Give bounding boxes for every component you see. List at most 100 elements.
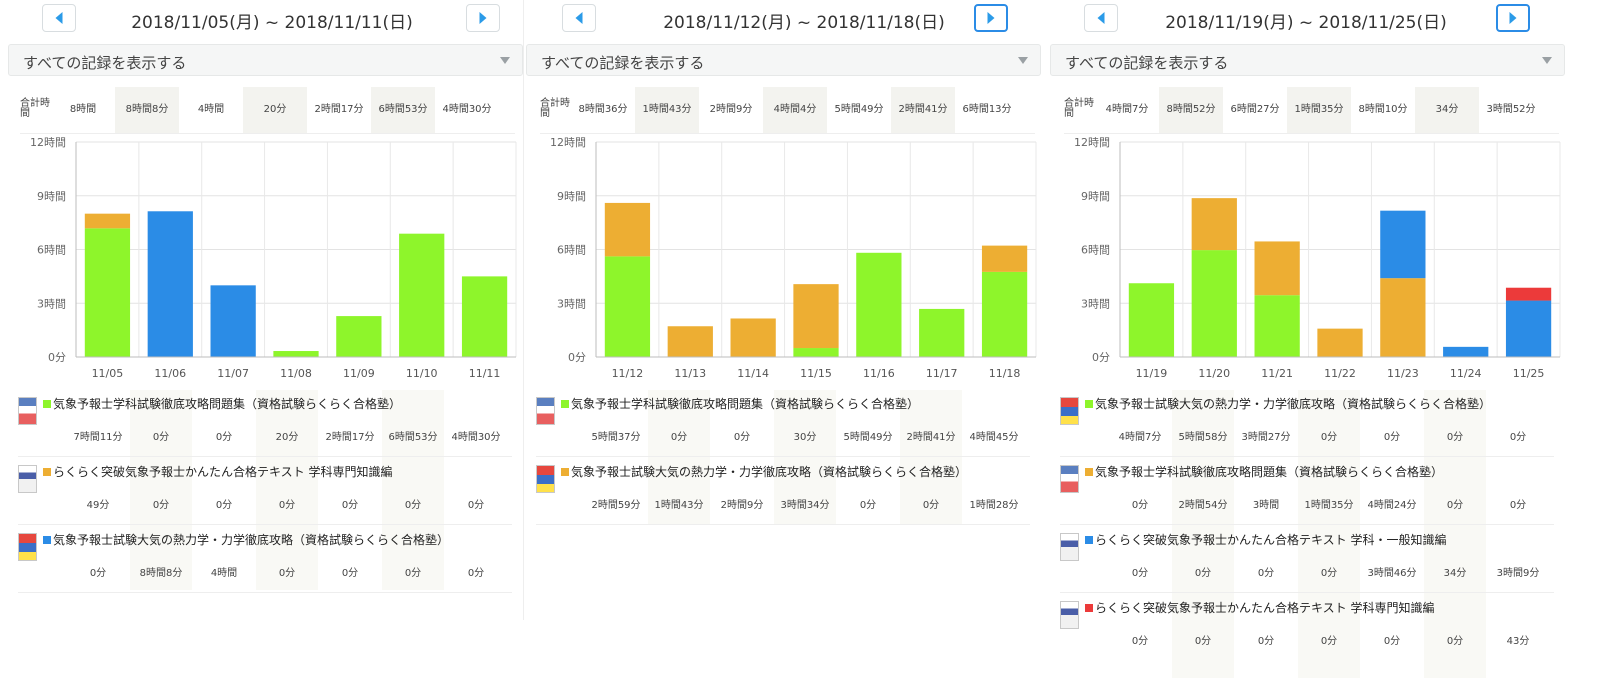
book-daily-time: 2時間9分 xyxy=(720,500,764,511)
book-row[interactable]: 気象予報士試験大気の熱力学・力学徹底攻略（資格試験らくらく合格塾） 4時間7分 … xyxy=(1060,388,1554,457)
book-daily-time: 0分 xyxy=(1131,636,1149,647)
book-color-swatch xyxy=(1085,604,1093,612)
book-cover-image xyxy=(1060,533,1079,561)
x-tick-label: 11/17 xyxy=(926,367,958,380)
bar-segment xyxy=(730,318,776,357)
book-title: 気象予報士学科試験徹底攻略問題集（資格試験らくらく合格塾） xyxy=(571,397,920,411)
week-nav: 2018/11/12(月) ~ 2018/11/18(日) xyxy=(532,2,1055,34)
x-tick-label: 11/21 xyxy=(1261,367,1293,380)
daily-total: 4時間 xyxy=(197,104,225,115)
date-range: 2018/11/12(月) ~ 2018/11/18(日) xyxy=(663,13,945,33)
book-row[interactable]: 気象予報士学科試験徹底攻略問題集（資格試験らくらく合格塾） 7時間11分 0分 … xyxy=(18,388,512,457)
bar-segment xyxy=(1505,287,1552,301)
next-week-button[interactable] xyxy=(1496,4,1530,32)
bar-segment xyxy=(1191,198,1237,251)
daily-total: 8時間 xyxy=(69,104,97,115)
daily-total: 4時間4分 xyxy=(763,87,827,133)
book-daily-time: 0分 xyxy=(1257,636,1275,647)
book-daily-time: 0分 xyxy=(1194,636,1212,647)
book-row[interactable]: 気象予報士学科試験徹底攻略問題集（資格試験らくらく合格塾） 5時間37分 0分 … xyxy=(536,388,1030,457)
book-color-swatch xyxy=(1085,400,1093,408)
bar-segment xyxy=(147,211,193,357)
x-tick-label: 11/05 xyxy=(92,367,124,380)
x-tick-label: 11/20 xyxy=(1198,367,1230,380)
y-tick-label: 12時間 xyxy=(550,136,586,149)
book-daily-time: 2時間54分 xyxy=(1178,500,1228,511)
book-daily-time: 0分 xyxy=(278,500,296,511)
prev-week-button[interactable] xyxy=(1084,4,1118,32)
daily-total: 8時間10分 xyxy=(1358,104,1408,115)
y-tick-label: 0分 xyxy=(48,351,66,364)
bar-segment xyxy=(793,284,839,349)
book-cover-image xyxy=(18,465,37,493)
book-daily-time: 0分 xyxy=(1320,432,1338,443)
book-daily-time: 0分 xyxy=(1257,568,1275,579)
book-daily-time: 0分 xyxy=(1320,636,1338,647)
record-filter-select[interactable]: すべての記録を表示する xyxy=(8,44,523,76)
book-daily-time: 4時間24分 xyxy=(1367,500,1417,511)
book-cover-image xyxy=(1060,465,1079,493)
x-tick-label: 11/07 xyxy=(217,367,249,380)
study-time-chart: 12時間 9時間 6時間 3時間 0分 11/05 11/06 11/07 11/08 11/09… xyxy=(30,136,517,380)
caret-down-icon xyxy=(1018,57,1028,64)
chevron-left-icon xyxy=(1097,12,1105,24)
book-daily-time: 0分 xyxy=(1446,432,1464,443)
record-filter-select[interactable]: すべての記録を表示する xyxy=(526,44,1041,76)
daily-total: 8時間36分 xyxy=(578,104,628,115)
prev-week-button[interactable] xyxy=(42,4,76,32)
daily-total: 6時間13分 xyxy=(962,104,1012,115)
book-daily-time: 0分 xyxy=(404,500,422,511)
book-row[interactable]: らくらく突破気象予報士かんたん合格テキスト 学科・一般知識編 0分 0分 0分 … xyxy=(1060,524,1554,593)
bar-segment xyxy=(667,326,713,357)
book-daily-time: 0分 xyxy=(1383,432,1401,443)
book-color-swatch xyxy=(1085,536,1093,544)
book-daily-time: 0分 xyxy=(278,568,296,579)
book-title: らくらく突破気象予報士かんたん合格テキスト 学科専門知識編 xyxy=(1095,601,1435,615)
book-row[interactable]: 気象予報士試験大気の熱力学・力学徹底攻略（資格試験らくらく合格塾） 2時間59分… xyxy=(536,456,1030,525)
bar-segment xyxy=(461,276,508,357)
y-tick-label: 12時間 xyxy=(30,136,66,149)
book-daily-time: 0分 xyxy=(467,500,485,511)
prev-week-button[interactable] xyxy=(562,4,596,32)
book-daily-time: 3時間27分 xyxy=(1241,432,1291,443)
x-tick-label: 11/16 xyxy=(863,367,895,380)
daily-total: 2時間41分 xyxy=(891,87,955,133)
book-cover-image xyxy=(536,465,555,493)
book-row[interactable]: らくらく突破気象予報士かんたん合格テキスト 学科専門知識編 49分 0分 0分 … xyxy=(18,456,512,525)
book-daily-time: 0分 xyxy=(404,568,422,579)
x-tick-label: 11/12 xyxy=(612,367,644,380)
bar-segment xyxy=(981,245,1028,272)
daily-total: 3時間52分 xyxy=(1486,104,1536,115)
total-label: 合計時間 xyxy=(1064,98,1094,119)
book-title: 気象予報士試験大気の熱力学・力学徹底攻略（資格試験らくらく合格塾） xyxy=(571,465,968,479)
book-row[interactable]: らくらく突破気象予報士かんたん合格テキスト 学科専門知識編 0分 0分 0分 0… xyxy=(1060,592,1554,660)
book-color-swatch xyxy=(561,400,569,408)
date-range: 2018/11/05(月) ~ 2018/11/11(日) xyxy=(131,13,413,33)
book-daily-time: 20分 xyxy=(275,432,299,443)
book-daily-time: 0分 xyxy=(215,500,233,511)
x-tick-label: 11/06 xyxy=(154,367,186,380)
week-nav: 2018/11/19(月) ~ 2018/11/25(日) xyxy=(1064,2,1587,34)
book-daily-time: 5時間58分 xyxy=(1178,432,1228,443)
daily-total: 8時間52分 xyxy=(1159,87,1223,133)
bar-segment xyxy=(1254,241,1300,296)
book-row[interactable]: 気象予報士試験大気の熱力学・力学徹底攻略（資格試験らくらく合格塾） 0分 8時間… xyxy=(18,524,512,593)
x-tick-label: 11/10 xyxy=(406,367,438,380)
bar-segment xyxy=(273,351,319,357)
week-panel-2: 2018/11/12(月) ~ 2018/11/18(日) すべての記録を表示す… xyxy=(526,0,1055,678)
next-week-button[interactable] xyxy=(974,4,1008,32)
book-daily-time: 0分 xyxy=(341,500,359,511)
book-color-swatch xyxy=(43,536,51,544)
date-range: 2018/11/19(月) ~ 2018/11/25(日) xyxy=(1165,13,1447,33)
book-daily-time: 0分 xyxy=(1194,568,1212,579)
record-filter-select[interactable]: すべての記録を表示する xyxy=(1050,44,1565,76)
book-color-swatch xyxy=(561,468,569,476)
chevron-right-icon xyxy=(479,12,487,24)
next-week-button[interactable] xyxy=(466,4,500,32)
book-daily-time: 8時間8分 xyxy=(139,568,183,579)
book-daily-time: 0分 xyxy=(1131,500,1149,511)
caret-down-icon xyxy=(500,57,510,64)
daily-total: 20分 xyxy=(243,87,307,133)
book-row[interactable]: 気象予報士学科試験徹底攻略問題集（資格試験らくらく合格塾） 0分 2時間54分 … xyxy=(1060,456,1554,525)
bar-segment xyxy=(1443,346,1489,357)
